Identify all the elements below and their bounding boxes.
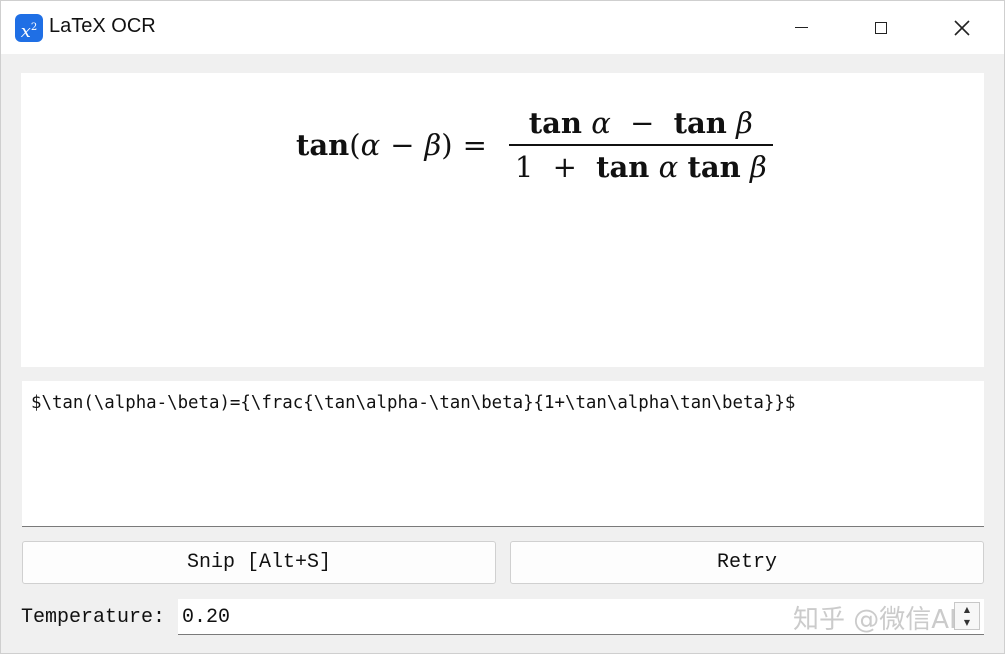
rendered-formula: tan ( α − β ) = tan α − tan β 1 + tan α … (296, 105, 773, 185)
denominator-alpha: α (658, 150, 679, 184)
denominator-beta: β (749, 150, 767, 184)
denominator-one: 1 (514, 150, 534, 184)
denominator-tan-1: tan (596, 150, 650, 184)
snip-button[interactable]: Snip [Alt+S] (22, 541, 496, 584)
latex-output-text: $\tan(\alpha-\beta)={\frac{\tan\alpha-\t… (31, 393, 796, 413)
numerator-tan-1: tan (528, 106, 583, 140)
minimize-button[interactable] (761, 1, 841, 54)
x-squared-app-icon: x2 (15, 14, 43, 42)
spin-down-icon[interactable]: ▼ (964, 618, 970, 627)
temperature-spinbox[interactable]: 0.20 ▲ ▼ (178, 599, 984, 635)
spin-arrows[interactable]: ▲ ▼ (954, 602, 980, 630)
formula-paren-close: ) (441, 128, 453, 162)
close-button[interactable] (922, 1, 1002, 54)
temperature-label: Temperature: (21, 606, 166, 629)
minimize-icon (794, 27, 808, 28)
denominator-plus: + (552, 150, 577, 184)
fraction-denominator: 1 + tan α tan β (509, 146, 773, 184)
numerator-minus: − (630, 106, 655, 140)
formula-minus: − (390, 128, 415, 162)
formula-preview: tan ( α − β ) = tan α − tan β 1 + tan α … (21, 73, 984, 367)
formula-tan: tan (296, 128, 350, 162)
denominator-tan-2: tan (687, 150, 741, 184)
temperature-value: 0.20 (182, 606, 231, 629)
spin-up-icon[interactable]: ▲ (964, 605, 970, 614)
numerator-beta: β (736, 106, 753, 140)
numerator-tan-2: tan (673, 106, 727, 140)
latex-ocr-window: x2 LaTeX OCR tan ( α − β ) = tan α − tan… (0, 0, 1005, 654)
window-title: LaTeX OCR (49, 15, 156, 37)
retry-button[interactable]: Retry (510, 541, 984, 584)
formula-beta: β (424, 128, 442, 162)
close-icon (954, 19, 970, 36)
formula-equals: = (462, 128, 487, 162)
title-bar[interactable]: x2 LaTeX OCR (1, 1, 1004, 54)
numerator-alpha: α (591, 106, 611, 140)
maximize-icon (875, 21, 887, 34)
maximize-button[interactable] (841, 1, 921, 54)
formula-alpha: α (360, 128, 381, 162)
fraction-numerator: tan α − tan β (523, 106, 759, 144)
latex-output-textbox[interactable]: $\tan(\alpha-\beta)={\frac{\tan\alpha-\t… (22, 381, 984, 527)
formula-paren-open: ( (349, 128, 361, 162)
formula-fraction: tan α − tan β 1 + tan α tan β (508, 106, 773, 184)
